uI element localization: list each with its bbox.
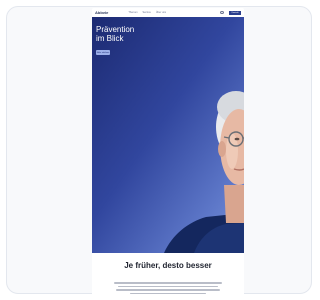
section-title: Je früher, desto besser <box>124 261 212 270</box>
hero-title-line: im Blick <box>96 34 124 43</box>
nav-link[interactable]: Service <box>143 11 151 14</box>
nav-link[interactable]: Themen <box>128 11 137 14</box>
body-text <box>114 282 222 296</box>
portrait-image <box>164 91 244 253</box>
hero-title: Prävention im Blick <box>96 25 134 43</box>
hero-banner: Prävention im Blick Mehr erfahren <box>92 17 244 253</box>
text-line <box>130 292 206 294</box>
contact-button[interactable]: Kontakt <box>229 10 241 15</box>
text-line <box>116 289 220 291</box>
hero-title-line: Prävention <box>96 25 135 34</box>
hero-button[interactable]: Mehr erfahren <box>96 50 110 55</box>
nav-links: Themen Service Über uns <box>128 11 166 14</box>
text-line <box>114 282 222 284</box>
site-logo[interactable]: Abbvie <box>95 10 108 15</box>
page-preview[interactable]: Abbvie Themen Service Über uns Kontakt P… <box>92 8 244 297</box>
text-line <box>118 285 218 287</box>
nav-link[interactable]: Über uns <box>156 11 166 14</box>
top-nav: Abbvie Themen Service Über uns Kontakt <box>92 8 244 17</box>
search-icon[interactable] <box>220 11 224 14</box>
